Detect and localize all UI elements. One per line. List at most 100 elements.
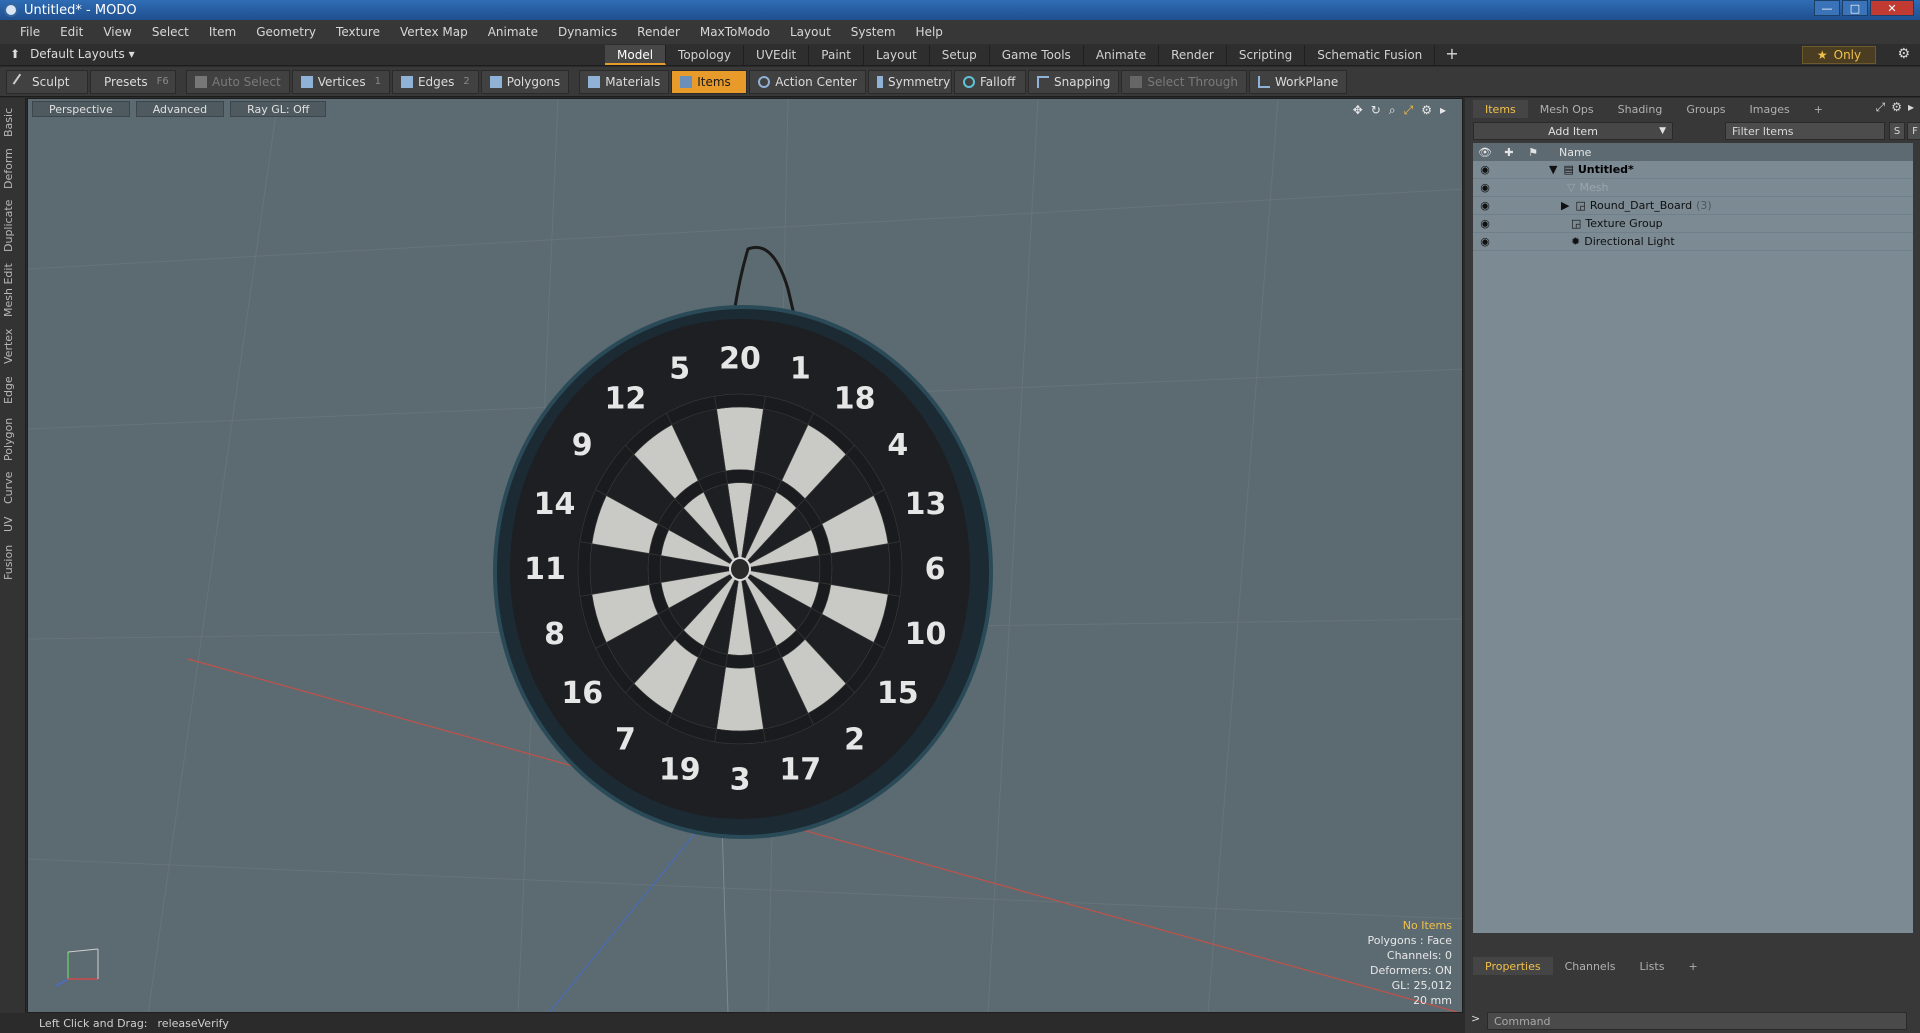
eye-icon[interactable]: ◉ — [1473, 235, 1497, 248]
tab-paint[interactable]: Paint — [809, 45, 864, 65]
name-column-header: Name — [1559, 145, 1592, 159]
tree-row-directional-light[interactable]: ◉ ✹ Directional Light — [1473, 233, 1913, 251]
tab-lists[interactable]: Lists — [1628, 960, 1677, 973]
tab-layout[interactable]: Layout — [864, 45, 930, 65]
tab-game-tools[interactable]: Game Tools — [990, 45, 1084, 65]
only-button[interactable]: ★ Only — [1802, 46, 1876, 64]
items-button[interactable]: Items — [671, 69, 748, 94]
action-center-button[interactable]: Action Center — [749, 69, 866, 94]
eye-icon[interactable]: ◉ — [1473, 199, 1497, 212]
menu-render[interactable]: Render — [627, 25, 690, 39]
menu-view[interactable]: View — [93, 25, 141, 39]
tab-animate[interactable]: Animate — [1084, 45, 1160, 65]
panel-expand-icon[interactable]: ⤢ — [1876, 100, 1886, 115]
f-button[interactable]: F — [1907, 122, 1920, 140]
s-button[interactable]: S — [1889, 122, 1905, 140]
tab-groups[interactable]: Groups — [1674, 103, 1737, 116]
vtab-deform[interactable]: Deform — [2, 146, 24, 192]
close-button[interactable]: ✕ — [1870, 0, 1914, 16]
eye-icon[interactable]: ◉ — [1473, 217, 1497, 230]
tab-scripting[interactable]: Scripting — [1227, 45, 1306, 65]
tree-row-round-dart-board[interactable]: ◉ ▶ ◲ Round_Dart_Board (3) — [1473, 197, 1913, 215]
tab-model[interactable]: Model — [605, 45, 667, 65]
group-icon: ◲ — [1575, 199, 1586, 212]
tab-uvedit[interactable]: UVEdit — [744, 45, 810, 65]
add-tab-icon[interactable]: + — [1435, 45, 1468, 65]
vtab-basic[interactable]: Basic — [2, 104, 24, 140]
default-layouts-dropdown[interactable]: ⬆ Default Layouts ▾ — [10, 47, 135, 61]
maximize-button[interactable]: □ — [1842, 0, 1868, 16]
filter-items-input[interactable]: Filter Items — [1725, 122, 1885, 140]
vtab-duplicate[interactable]: Duplicate — [2, 198, 24, 254]
expand-arrow-icon[interactable]: ▶ — [1561, 199, 1569, 212]
falloff-button[interactable]: Falloff — [954, 69, 1026, 94]
menu-maxtomodo[interactable]: MaxToModo — [690, 25, 780, 39]
menu-vertex-map[interactable]: Vertex Map — [390, 25, 478, 39]
vertices-icon — [300, 75, 313, 88]
modo-logo-icon — [4, 3, 18, 17]
tab-shading[interactable]: Shading — [1606, 103, 1675, 116]
menu-select[interactable]: Select — [142, 25, 199, 39]
star-icon: ★ — [1816, 48, 1828, 62]
only-label: Only — [1833, 48, 1862, 62]
eye-icon[interactable]: ◉ — [1473, 181, 1497, 194]
symmetry-button[interactable]: Symmetry — [868, 69, 952, 94]
menu-layout[interactable]: Layout — [780, 25, 841, 39]
tab-topology[interactable]: Topology — [666, 45, 745, 65]
vtab-uv[interactable]: UV — [2, 510, 24, 538]
dartboard-model[interactable]: 20 1 18 4 13 6 10 15 2 17 3 19 7 16 8 11 14 9 12 5 — [28, 99, 1463, 1013]
vertices-button[interactable]: Vertices 1 — [291, 69, 390, 94]
menu-edit[interactable]: Edit — [50, 25, 93, 39]
eye-icon[interactable]: ◉ — [1473, 163, 1497, 176]
tab-properties[interactable]: Properties — [1473, 957, 1553, 975]
status-bar: Left Click and Drag: releaseVerify — [27, 1013, 1463, 1033]
add-panel-tab-icon[interactable]: + — [1802, 103, 1835, 116]
menu-animate[interactable]: Animate — [478, 25, 548, 39]
snapping-button[interactable]: Snapping — [1028, 69, 1120, 94]
add-props-tab-icon[interactable]: + — [1676, 960, 1709, 973]
add-item-button[interactable]: Add Item ▼ — [1473, 122, 1673, 140]
vtab-curve[interactable]: Curve — [2, 468, 24, 508]
vtab-fusion[interactable]: Fusion — [2, 540, 24, 584]
tab-channels[interactable]: Channels — [1553, 960, 1628, 973]
gear-icon[interactable]: ⚙ — [1897, 46, 1910, 62]
select-through-button[interactable]: Select Through — [1121, 69, 1247, 94]
materials-button[interactable]: Materials — [579, 69, 670, 94]
sculpt-button[interactable]: Sculpt — [6, 69, 88, 94]
minimize-button[interactable]: — — [1814, 0, 1840, 16]
vtab-polygon[interactable]: Polygon — [2, 414, 24, 464]
tree-row-scene[interactable]: ◉ ▼ ▤ Untitled* — [1473, 161, 1913, 179]
tab-mesh-ops[interactable]: Mesh Ops — [1528, 103, 1606, 116]
tab-images[interactable]: Images — [1738, 103, 1802, 116]
axis-gizmo-icon — [55, 948, 99, 987]
workplane-button[interactable]: WorkPlane — [1248, 69, 1348, 94]
panel-arrow-icon[interactable]: ▸ — [1908, 100, 1914, 115]
auto-select-button[interactable]: Auto Select — [186, 69, 290, 94]
menu-system[interactable]: System — [841, 25, 906, 39]
menu-geometry[interactable]: Geometry — [246, 25, 326, 39]
presets-button[interactable]: Presets F6 — [90, 69, 176, 94]
vtab-mesh-edit[interactable]: Mesh Edit — [2, 260, 24, 320]
tab-render[interactable]: Render — [1159, 45, 1227, 65]
tab-setup[interactable]: Setup — [930, 45, 990, 65]
3d-viewport[interactable]: Perspective Advanced Ray GL: Off ✥ ↻ ⌕ ⤢… — [27, 98, 1463, 1013]
menu-dynamics[interactable]: Dynamics — [548, 25, 627, 39]
vtab-edge[interactable]: Edge — [2, 370, 24, 410]
menu-item[interactable]: Item — [199, 25, 246, 39]
presets-label: Presets — [104, 74, 148, 89]
vtab-vertex[interactable]: Vertex — [2, 324, 24, 368]
menu-texture[interactable]: Texture — [326, 25, 390, 39]
menu-help[interactable]: Help — [906, 25, 953, 39]
tab-schematic-fusion[interactable]: Schematic Fusion — [1305, 45, 1436, 65]
tree-row-texture-group[interactable]: ◉ ◲ Texture Group — [1473, 215, 1913, 233]
dartboard-triple-ring-segment — [725, 469, 755, 485]
edges-icon — [400, 75, 413, 88]
polygons-button[interactable]: Polygons — [480, 69, 570, 94]
tab-items[interactable]: Items — [1473, 100, 1528, 118]
panel-gear-icon[interactable]: ⚙ — [1891, 100, 1902, 115]
edges-button[interactable]: Edges 2 — [391, 69, 479, 94]
expand-arrow-icon[interactable]: ▼ — [1549, 163, 1557, 176]
tree-row-mesh[interactable]: ◉ ▽ Mesh — [1473, 179, 1913, 197]
command-input[interactable]: Command — [1487, 1012, 1907, 1030]
menu-file[interactable]: File — [10, 25, 50, 39]
